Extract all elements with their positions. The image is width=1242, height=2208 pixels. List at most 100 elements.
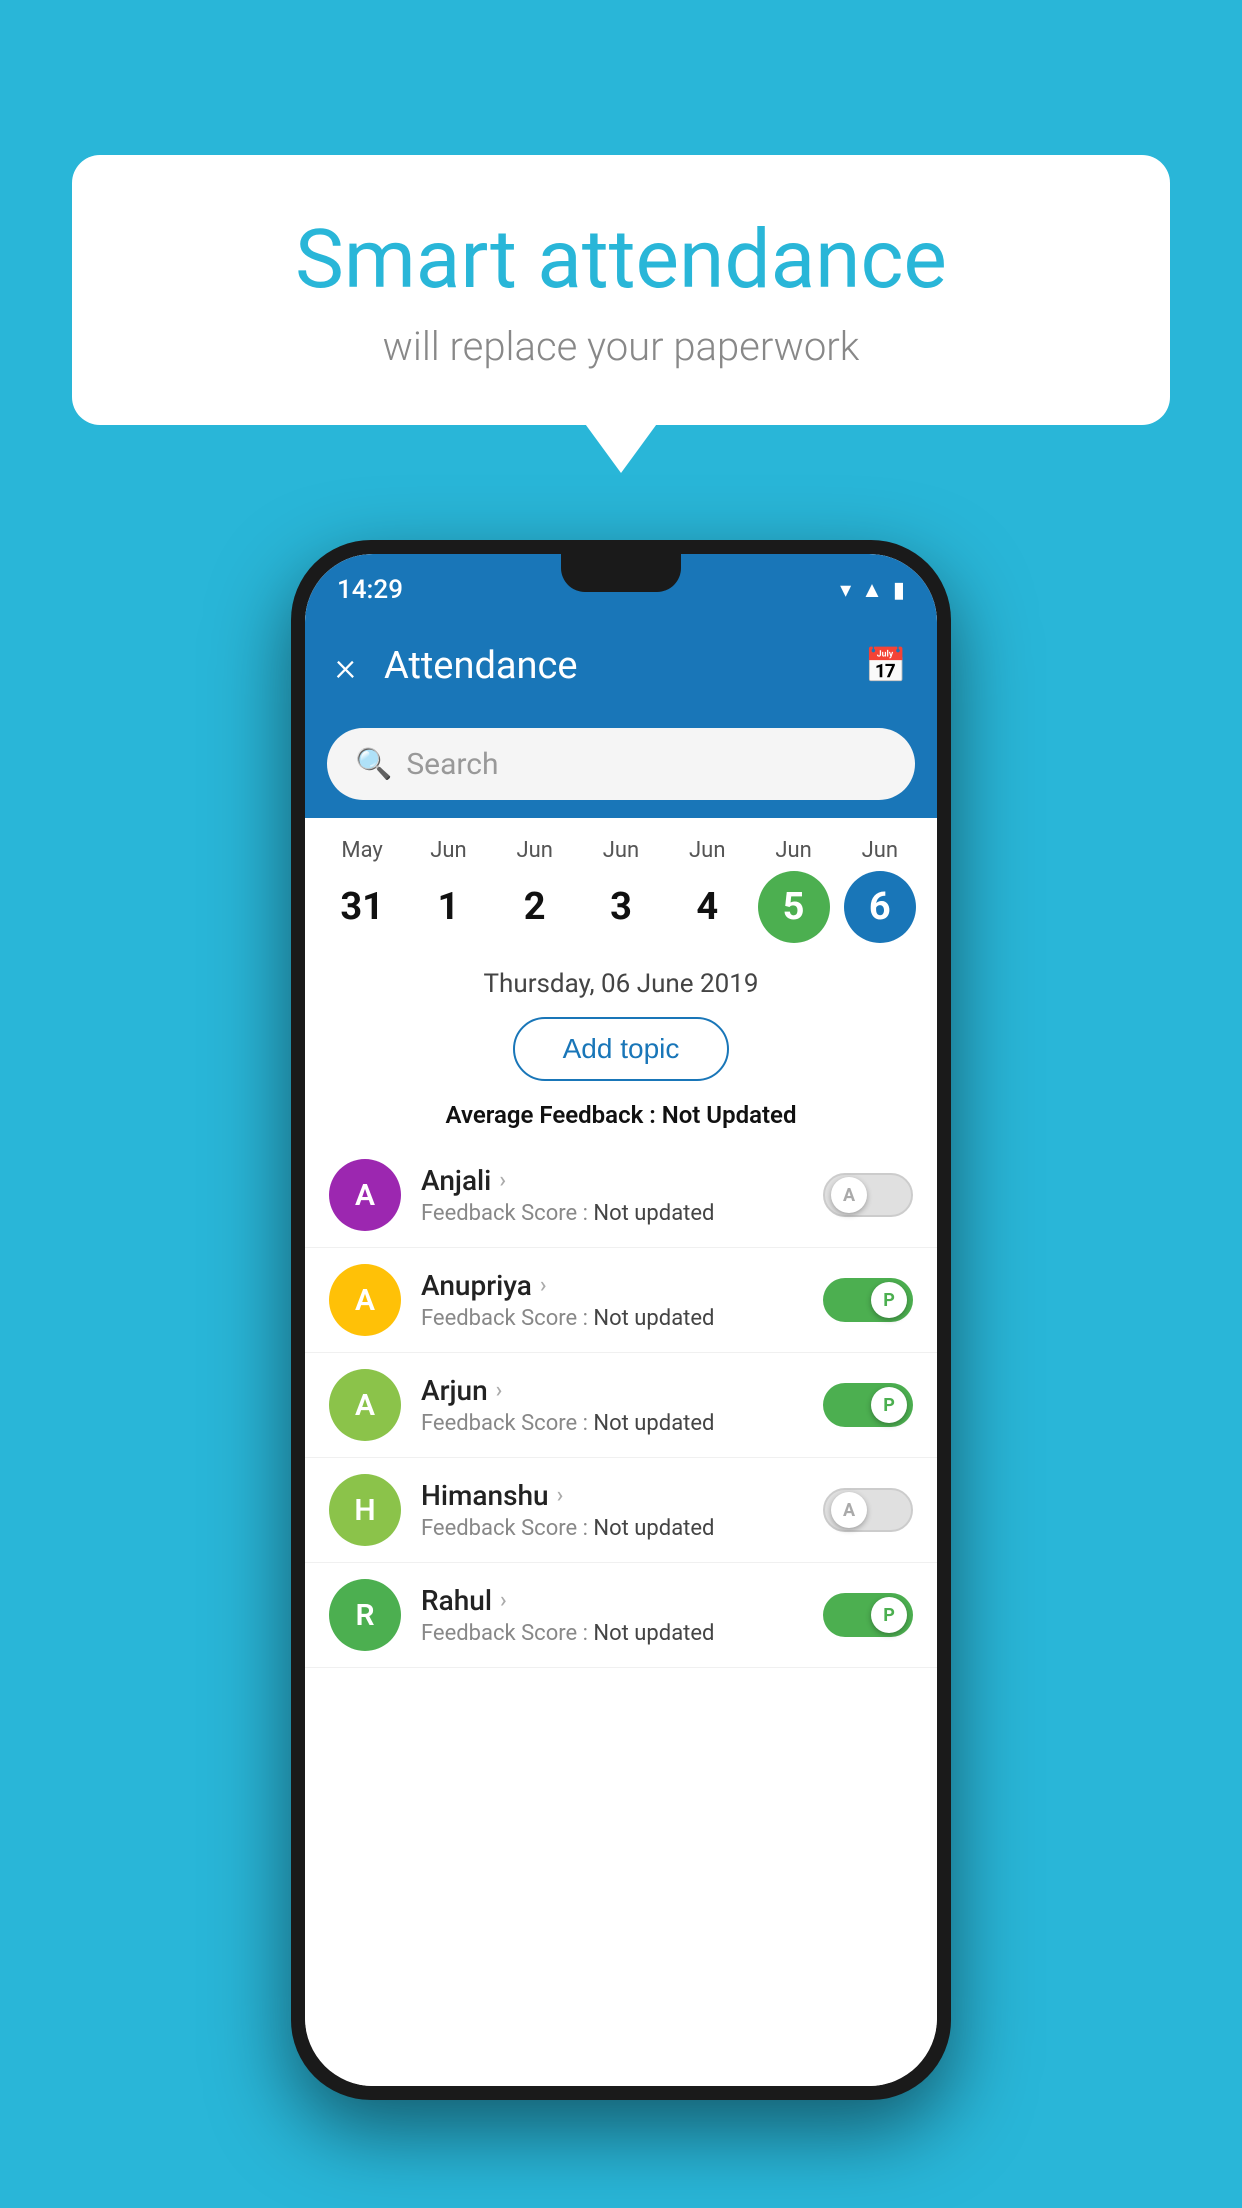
search-bar-container: 🔍 Search: [305, 716, 937, 818]
attendance-toggle-container: P: [823, 1593, 913, 1637]
toggle-knob: A: [831, 1492, 867, 1528]
toggle-knob: P: [871, 1282, 907, 1318]
cal-month-label: Jun: [603, 838, 639, 863]
attendance-toggle-container: A: [823, 1488, 913, 1532]
cal-month-label: Jun: [689, 838, 725, 863]
feedback-value: Not updated: [593, 1516, 714, 1541]
feedback-value: Not updated: [593, 1306, 714, 1331]
student-name[interactable]: Arjun ›: [421, 1374, 803, 1407]
cal-month-label: Jun: [430, 838, 466, 863]
search-icon: 🔍: [355, 747, 392, 782]
calendar-day-4[interactable]: Jun 4: [671, 838, 743, 943]
search-bar[interactable]: 🔍 Search: [327, 728, 915, 800]
attendance-toggle-container: P: [823, 1383, 913, 1427]
chevron-icon: ›: [496, 1378, 503, 1403]
app-bar-title: Attendance: [384, 644, 865, 688]
close-button[interactable]: ×: [335, 643, 356, 690]
calendar-day-6[interactable]: Jun 6: [844, 838, 916, 943]
student-item: H Himanshu › Feedback Score : Not updated A: [305, 1458, 937, 1563]
signal-icon: ▲: [861, 577, 883, 603]
cal-date-number: 2: [499, 871, 571, 943]
student-info: Arjun › Feedback Score : Not updated: [421, 1374, 803, 1436]
cal-date-number: 3: [585, 871, 657, 943]
feedback-value: Not updated: [593, 1411, 714, 1436]
cal-month-label: Jun: [516, 838, 552, 863]
student-name[interactable]: Anupriya ›: [421, 1269, 803, 1302]
student-avatar: A: [329, 1264, 401, 1336]
cal-month-label: Jun: [862, 838, 898, 863]
cal-date-number: 6: [844, 871, 916, 943]
phone-frame: 14:29 ▾ ▲ ▮ × Attendance 📅 🔍: [291, 540, 951, 2100]
calendar-icon[interactable]: 📅: [865, 646, 907, 686]
student-feedback: Feedback Score : Not updated: [421, 1621, 803, 1646]
attendance-toggle[interactable]: P: [823, 1593, 913, 1637]
student-avatar: R: [329, 1579, 401, 1651]
student-avatar: H: [329, 1474, 401, 1546]
toggle-knob: A: [831, 1177, 867, 1213]
chevron-icon: ›: [557, 1483, 564, 1508]
chevron-icon: ›: [499, 1168, 506, 1193]
student-name[interactable]: Anjali ›: [421, 1164, 803, 1197]
app-bar: × Attendance 📅: [305, 616, 937, 716]
calendar-day-3[interactable]: Jun 3: [585, 838, 657, 943]
student-item: A Arjun › Feedback Score : Not updated P: [305, 1353, 937, 1458]
calendar-day-1[interactable]: Jun 1: [412, 838, 484, 943]
feedback-value: Not updated: [593, 1201, 714, 1226]
phone-screen: 14:29 ▾ ▲ ▮ × Attendance 📅 🔍: [305, 554, 937, 2086]
attendance-toggle[interactable]: P: [823, 1278, 913, 1322]
student-name[interactable]: Himanshu ›: [421, 1479, 803, 1512]
toggle-knob: P: [871, 1597, 907, 1633]
add-topic-container: Add topic: [305, 1009, 937, 1095]
student-info: Anupriya › Feedback Score : Not updated: [421, 1269, 803, 1331]
cal-month-label: Jun: [775, 838, 811, 863]
status-icons: ▾ ▲ ▮: [840, 577, 905, 603]
speech-bubble-subtitle: will replace your paperwork: [132, 323, 1110, 370]
student-info: Anjali › Feedback Score : Not updated: [421, 1164, 803, 1226]
attendance-toggle-container: P: [823, 1278, 913, 1322]
student-avatar: A: [329, 1159, 401, 1231]
phone-notch: [561, 554, 681, 592]
student-info: Himanshu › Feedback Score : Not updated: [421, 1479, 803, 1541]
feedback-value: Not updated: [593, 1621, 714, 1646]
calendar-day-5[interactable]: Jun 5: [758, 838, 830, 943]
attendance-toggle[interactable]: A: [823, 1488, 913, 1532]
cal-month-label: May: [341, 838, 382, 863]
student-feedback: Feedback Score : Not updated: [421, 1201, 803, 1226]
phone-device: 14:29 ▾ ▲ ▮ × Attendance 📅 🔍: [291, 540, 951, 2100]
attendance-toggle[interactable]: A: [823, 1173, 913, 1217]
student-feedback: Feedback Score : Not updated: [421, 1516, 803, 1541]
student-info: Rahul › Feedback Score : Not updated: [421, 1584, 803, 1646]
speech-bubble: Smart attendance will replace your paper…: [72, 155, 1170, 425]
attendance-toggle-container: A: [823, 1173, 913, 1217]
student-avatar: A: [329, 1369, 401, 1441]
student-item: A Anjali › Feedback Score : Not updated A: [305, 1143, 937, 1248]
avg-feedback-label: Average Feedback :: [446, 1101, 662, 1129]
cal-date-number: 5: [758, 871, 830, 943]
cal-date-number: 4: [671, 871, 743, 943]
cal-date-number: 31: [326, 871, 398, 943]
app-screen: 14:29 ▾ ▲ ▮ × Attendance 📅 🔍: [305, 554, 937, 2086]
chevron-icon: ›: [540, 1273, 547, 1298]
speech-bubble-container: Smart attendance will replace your paper…: [72, 155, 1170, 425]
attendance-toggle[interactable]: P: [823, 1383, 913, 1427]
toggle-knob: P: [871, 1387, 907, 1423]
wifi-icon: ▾: [840, 578, 851, 603]
add-topic-button[interactable]: Add topic: [513, 1017, 730, 1081]
chevron-icon: ›: [500, 1588, 507, 1613]
calendar-day-2[interactable]: Jun 2: [499, 838, 571, 943]
speech-bubble-title: Smart attendance: [132, 215, 1110, 305]
student-item: A Anupriya › Feedback Score : Not updated P: [305, 1248, 937, 1353]
student-item: R Rahul › Feedback Score : Not updated P: [305, 1563, 937, 1668]
avg-feedback-value: Not Updated: [662, 1101, 797, 1129]
search-input[interactable]: Search: [406, 747, 498, 782]
calendar-strip: May 31 Jun 1 Jun 2 Jun 3 Jun 4 Jun 5 Jun 6: [305, 818, 937, 953]
selected-date-heading: Thursday, 06 June 2019: [305, 953, 937, 1009]
cal-date-number: 1: [412, 871, 484, 943]
student-feedback: Feedback Score : Not updated: [421, 1411, 803, 1436]
battery-icon: ▮: [893, 578, 905, 603]
student-name[interactable]: Rahul ›: [421, 1584, 803, 1617]
student-feedback: Feedback Score : Not updated: [421, 1306, 803, 1331]
calendar-day-31[interactable]: May 31: [326, 838, 398, 943]
status-time: 14:29: [337, 575, 403, 605]
average-feedback: Average Feedback : Not Updated: [305, 1095, 937, 1143]
